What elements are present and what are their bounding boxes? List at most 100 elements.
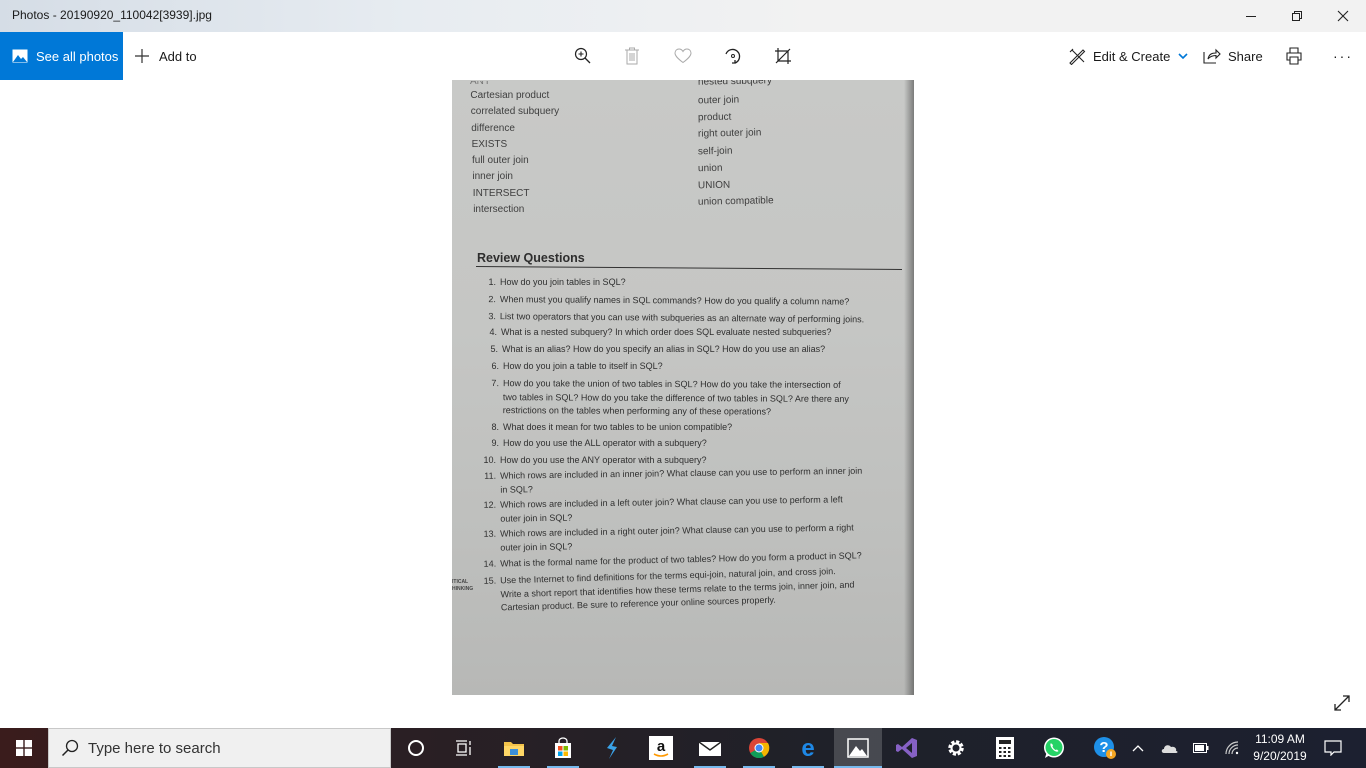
share-label: Share <box>1228 48 1263 64</box>
file-explorer-button[interactable] <box>490 728 538 768</box>
review-questions-heading: Review Questions <box>477 251 585 265</box>
share-button[interactable]: Share <box>1203 32 1263 80</box>
critical-thinking-note: ITICAL HINKING <box>452 579 474 592</box>
more-button[interactable]: ··· <box>1333 32 1353 80</box>
question-text: How do you use the ANY operator with a s… <box>500 455 707 465</box>
task-view-icon <box>456 740 471 756</box>
store-icon <box>555 737 571 758</box>
svg-text:a: a <box>657 738 666 755</box>
search-icon <box>61 739 79 757</box>
key-term: union <box>697 162 723 175</box>
visual-studio-button[interactable] <box>883 728 931 768</box>
key-term: intersection <box>473 204 525 215</box>
chrome-icon <box>749 738 770 759</box>
full-screen-button[interactable] <box>1330 691 1354 715</box>
task-view-button[interactable] <box>440 728 488 768</box>
favorite-button[interactable] <box>671 44 695 68</box>
key-term: outer join <box>697 94 740 107</box>
battery-button[interactable] <box>1190 728 1212 768</box>
key-term: INTERSECT <box>472 188 530 199</box>
review-question: 7. How do you take the union of two table… <box>482 377 849 419</box>
key-term: inner join <box>472 171 513 182</box>
question-text: What is an alias? How do you specify an … <box>502 344 826 354</box>
delete-button[interactable] <box>620 44 644 68</box>
review-question: 15. Use the Internet to find definitions … <box>479 565 855 616</box>
microsoft-store-button[interactable] <box>539 728 587 768</box>
whatsapp-button[interactable] <box>1030 728 1078 768</box>
taskbar: Type here to search a e ? 11:09 AM 9/20/… <box>0 728 1366 768</box>
question-number: 1. <box>488 277 496 287</box>
rotate-icon <box>725 48 741 64</box>
minimize-button[interactable] <box>1228 0 1274 32</box>
folder-icon <box>504 742 524 756</box>
print-icon <box>1286 47 1302 65</box>
edge-icon: e <box>801 737 814 759</box>
add-to-label: Add to <box>159 48 197 64</box>
edit-create-button[interactable]: Edit & Create <box>1068 32 1195 80</box>
action-center-button[interactable] <box>1318 728 1348 768</box>
key-term: Cartesian product <box>470 90 550 101</box>
start-button[interactable] <box>0 728 48 768</box>
review-question: 4. What is a nested subquery? In which or… <box>480 326 831 340</box>
photos-taskbar-button[interactable] <box>834 728 882 768</box>
app-toolbar: See all photos Add to Edit & Create Shar… <box>0 32 1366 80</box>
key-term: nested subquery <box>697 80 773 88</box>
question-number: 12. <box>483 499 497 510</box>
minimize-icon <box>1246 16 1256 17</box>
heart-icon <box>674 48 692 64</box>
key-term: right outer join <box>697 127 762 140</box>
edge-button[interactable]: e <box>784 728 832 768</box>
question-number: 15. <box>483 575 497 586</box>
review-question: 8. What does it mean for two tables to be… <box>482 421 732 435</box>
delete-icon <box>625 47 639 65</box>
clock[interactable]: 11:09 AM 9/20/2019 <box>1244 731 1316 765</box>
rotate-button[interactable] <box>721 44 745 68</box>
taskbar-search-input[interactable]: Type here to search <box>48 728 391 768</box>
help-button[interactable]: ? <box>1081 728 1129 768</box>
question-number: 2. <box>488 294 496 305</box>
question-number: 6. <box>491 361 499 371</box>
whatsapp-icon <box>1044 737 1064 758</box>
edit-create-icon <box>1069 48 1086 65</box>
question-text: Which rows are included in an inner join… <box>500 465 863 481</box>
crop-button[interactable] <box>771 44 795 68</box>
chevron-up-icon <box>1132 745 1144 752</box>
share-icon <box>1203 48 1221 64</box>
mail-icon <box>698 741 722 756</box>
question-number: 10. <box>483 455 496 465</box>
see-all-photos-button[interactable]: See all photos <box>0 32 123 80</box>
photos-icon <box>12 49 28 63</box>
close-button[interactable] <box>1320 0 1366 32</box>
key-term: union compatible <box>697 195 774 208</box>
review-question: 11. Which rows are included in an inner j… <box>479 465 863 497</box>
key-term: product <box>697 111 732 124</box>
onedrive-button[interactable] <box>1157 728 1181 768</box>
visual-studio-icon <box>896 738 917 758</box>
restore-button[interactable] <box>1274 0 1320 32</box>
battery-icon <box>1193 743 1209 753</box>
review-question: 6. How do you join a table to itself in S… <box>482 360 662 374</box>
zoom-in-icon <box>574 47 591 64</box>
photo-image[interactable]: ANY Cartesian product correlated subquery d… <box>452 80 914 695</box>
photo-viewer: ANY Cartesian product correlated subquery d… <box>0 80 1366 728</box>
question-text: What is a nested subquery? In which orde… <box>501 327 832 337</box>
clock-time: 11:09 AM <box>1255 732 1305 746</box>
zoom-in-button[interactable] <box>571 44 595 68</box>
settings-button[interactable] <box>932 728 980 768</box>
question-number: 3. <box>488 311 496 322</box>
add-to-button[interactable]: Add to <box>134 32 197 80</box>
cortana-button[interactable] <box>392 728 440 768</box>
mail-button[interactable] <box>686 728 734 768</box>
print-button[interactable] <box>1282 44 1306 68</box>
app-launcher-button[interactable] <box>588 728 636 768</box>
amazon-button[interactable]: a <box>637 728 685 768</box>
key-term: full outer join <box>472 155 529 166</box>
question-text: restrictions on the tables when performi… <box>502 405 772 417</box>
close-icon <box>1337 10 1349 22</box>
show-hidden-icons-button[interactable] <box>1128 728 1148 768</box>
window-title: Photos - 20190920_110042[3939].jpg <box>12 8 212 22</box>
network-button[interactable] <box>1222 728 1244 768</box>
chrome-button[interactable] <box>735 728 783 768</box>
calculator-button[interactable] <box>981 728 1029 768</box>
key-term: UNION <box>697 179 731 192</box>
